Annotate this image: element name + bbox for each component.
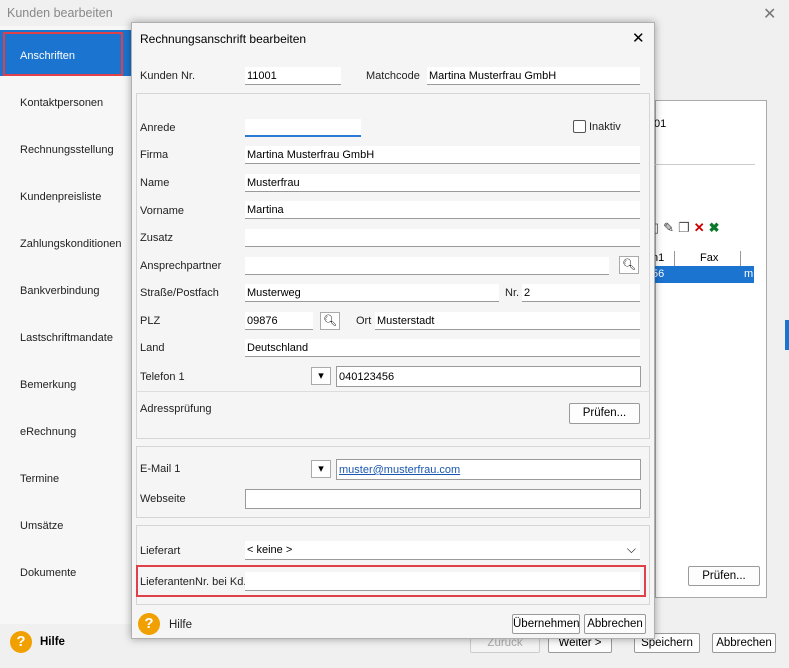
inaktiv-checkbox[interactable] <box>573 120 586 133</box>
outer-pruefen-button[interactable]: Prüfen... <box>688 566 760 586</box>
window-title: Kunden bearbeiten <box>7 6 113 20</box>
pruefen-button[interactable]: Prüfen... <box>569 403 640 424</box>
firma-label: Firma <box>140 149 169 161</box>
kunden-nr-field[interactable]: 11001 <box>245 67 341 85</box>
window-close-icon[interactable]: ✕ <box>763 4 776 24</box>
grid-col-divider <box>740 251 741 266</box>
sidebar-item-kundenpreisliste[interactable]: Kundenpreisliste <box>0 171 131 217</box>
land-label: Land <box>140 342 165 354</box>
help-label[interactable]: Hilfe <box>40 636 65 648</box>
sidebar-item-erechnung[interactable]: eRechnung <box>0 406 131 452</box>
excel-icon[interactable]: ✖ <box>709 220 724 235</box>
grid-col-divider <box>674 251 675 266</box>
webseite-label: Webseite <box>140 493 186 505</box>
ort-field[interactable]: Musterstadt <box>375 312 640 330</box>
name-label: Name <box>140 177 170 189</box>
divider <box>136 391 650 392</box>
plz-label: PLZ <box>140 315 161 327</box>
strasse-label: Straße/Postfach <box>140 287 219 299</box>
cancel-button[interactable]: Abbrechen <box>712 633 776 653</box>
sidebar-item-rechnungsstellung[interactable]: Rechnungsstellung <box>0 124 131 170</box>
anrede-field[interactable] <box>245 119 361 137</box>
dialog-cancel-button[interactable]: Abbrechen <box>584 614 646 634</box>
email-field[interactable]: muster@musterfrau.com <box>336 459 641 480</box>
outer-content-panel <box>655 100 767 598</box>
adresspruefung-label: Adressprüfung <box>140 403 212 415</box>
outer-scroll-edge <box>785 320 789 350</box>
email-label: E-Mail 1 <box>140 463 181 475</box>
outer-divider <box>655 164 755 165</box>
zusatz-label: Zusatz <box>140 232 174 244</box>
plz-field[interactable]: 09876 <box>245 312 313 330</box>
outer-grid-header: n1 Fax <box>652 251 754 267</box>
pencil-icon[interactable]: ✎ <box>663 220 678 235</box>
firma-field[interactable]: Martina Musterfrau GmbH <box>245 146 640 164</box>
telefon-label: Telefon 1 <box>140 371 185 383</box>
sidebar-item-bemerkung[interactable]: Bemerkung <box>0 359 131 405</box>
email-dropdown-chevron-down-icon[interactable]: ▾ <box>311 460 331 478</box>
help-icon[interactable]: ? <box>10 631 32 653</box>
dialog-help-icon[interactable]: ? <box>138 613 160 635</box>
sidebar-highlight-annotation <box>3 32 123 76</box>
strasse-field[interactable]: Musterweg <box>245 284 499 302</box>
kunden-nr-label: Kunden Nr. <box>140 70 196 82</box>
plz-search-icon[interactable]: 🔍︎ <box>320 312 340 330</box>
dialog-close-icon[interactable]: ✕ <box>632 29 645 47</box>
sidebar-item-dokumente[interactable]: Dokumente <box>0 547 131 593</box>
nr-label: Nr. <box>505 287 520 299</box>
dialog-title: Rechnungsanschrift bearbeiten <box>140 32 307 46</box>
webseite-field[interactable] <box>245 489 641 509</box>
land-field[interactable]: Deutschland <box>245 339 640 357</box>
sidebar-item-zahlungskonditionen[interactable]: Zahlungskonditionen <box>0 218 131 264</box>
grid-header-fax: Fax <box>700 252 719 264</box>
zusatz-field[interactable] <box>245 229 640 247</box>
nr-field[interactable]: 2 <box>522 284 640 302</box>
outer-toolbar: ▯✎❐✕✖ <box>652 220 724 236</box>
sidebar-item-umsätze[interactable]: Umsätze <box>0 500 131 546</box>
ansprechpartner-search-icon[interactable]: 🔍︎ <box>619 256 639 274</box>
matchcode-field[interactable]: Martina Musterfrau GmbH <box>427 67 640 85</box>
chevron-down-icon: ⌵ <box>626 542 636 556</box>
inaktiv-label: Inaktiv <box>589 121 621 133</box>
sidebar-item-termine[interactable]: Termine <box>0 453 131 499</box>
anrede-label: Anrede <box>140 122 176 134</box>
name-field[interactable]: Musterfrau <box>245 174 640 192</box>
vorname-label: Vorname <box>140 205 185 217</box>
lieferart-label: Lieferart <box>140 545 181 557</box>
sidebar-item-lastschriftmandate[interactable]: Lastschriftmandate <box>0 312 131 358</box>
lieferart-select[interactable]: < keine > ⌵ <box>245 541 640 560</box>
sidebar-item-kontaktpersonen[interactable]: Kontaktpersonen <box>0 77 131 123</box>
edit-address-dialog: Rechnungsanschrift bearbeiten ✕ Kunden N… <box>131 22 655 639</box>
sidebar-item-bankverbindung[interactable]: Bankverbindung <box>0 265 131 311</box>
duplicate-icon[interactable]: ❐ <box>678 220 694 235</box>
delete-icon[interactable]: ✕ <box>694 220 709 235</box>
dialog-help-label[interactable]: Hilfe <box>169 619 192 631</box>
ansprechpartner-label: Ansprechpartner <box>140 260 222 272</box>
uebernehmen-button[interactable]: Übernehmen <box>512 614 580 634</box>
ansprechpartner-field[interactable] <box>245 257 609 275</box>
matchcode-label: Matchcode <box>366 70 420 82</box>
lieferantennr-highlight-annotation <box>136 565 646 597</box>
telefon-field[interactable]: 040123456 <box>336 366 641 387</box>
ort-label: Ort <box>356 315 372 327</box>
vorname-field[interactable]: Martina <box>245 201 640 219</box>
outer-grid-row-selected[interactable]: 56 m <box>652 266 754 283</box>
outer-content-text: 01 <box>654 118 667 130</box>
telefon-dropdown-chevron-down-icon[interactable]: ▾ <box>311 367 331 385</box>
lieferart-value: < keine > <box>247 544 293 556</box>
grid-cell: m <box>744 268 754 280</box>
